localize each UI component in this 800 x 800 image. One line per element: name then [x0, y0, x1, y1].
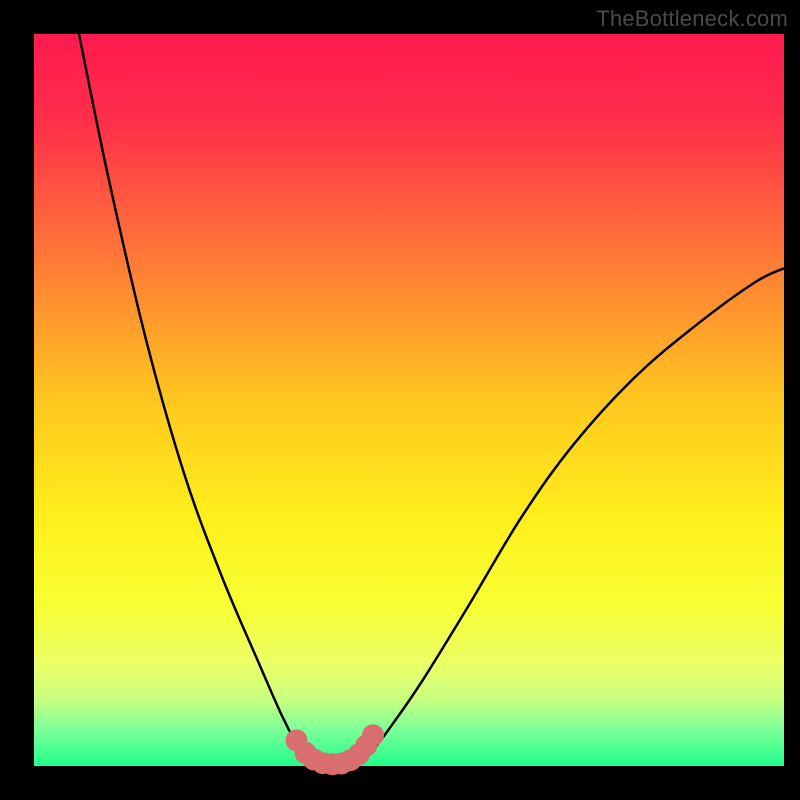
watermark-text: TheBottleneck.com	[596, 6, 788, 32]
bottleneck-chart	[0, 0, 800, 800]
chart-stage: TheBottleneck.com	[0, 0, 800, 800]
plot-background	[34, 34, 784, 766]
marker-dot	[362, 724, 384, 746]
